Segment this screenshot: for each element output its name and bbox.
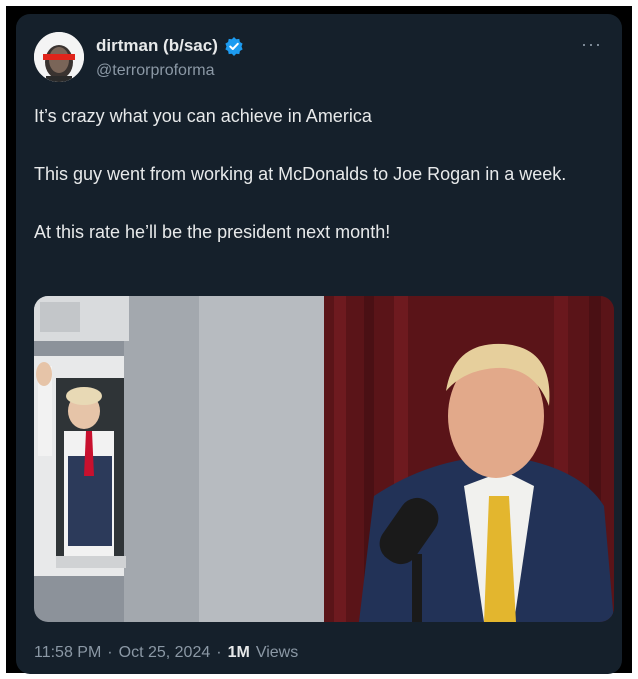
tweet-meta: 11:58 PM · Oct 25, 2024 · 1M Views <box>34 644 298 662</box>
tweet-time[interactable]: 11:58 PM <box>34 644 101 662</box>
tweet-paragraph: At this rate he’ll be the president next… <box>34 222 391 242</box>
meta-separator: · <box>216 644 222 661</box>
screenshot-frame: dirtman (b/sac) @terrorproforma ··· It’s… <box>6 6 632 674</box>
tweet-paragraph: This guy went from working at McDonalds … <box>34 164 567 184</box>
views-label: Views <box>255 644 299 661</box>
tweet-paragraph: It’s crazy what you can achieve in Ameri… <box>34 106 372 126</box>
more-dots-icon[interactable]: ··· <box>581 34 602 55</box>
meta-separator: · <box>107 644 113 661</box>
verified-badge-icon <box>224 36 244 56</box>
tweet-date[interactable]: Oct 25, 2024 <box>119 644 211 662</box>
tweet-card[interactable]: dirtman (b/sac) @terrorproforma ··· It’s… <box>16 14 622 674</box>
drive-thru-photo[interactable] <box>34 296 324 622</box>
user-handle[interactable]: @terrorproforma <box>96 62 215 80</box>
author-name-row: dirtman (b/sac) <box>96 36 244 56</box>
tweet-text: It’s crazy what you can achieve in Ameri… <box>34 102 604 276</box>
podcast-photo[interactable] <box>324 296 614 622</box>
display-name[interactable]: dirtman (b/sac) <box>96 36 218 56</box>
avatar[interactable] <box>34 32 84 82</box>
tweet-media[interactable] <box>34 296 614 622</box>
views-count[interactable]: 1M <box>228 644 250 662</box>
